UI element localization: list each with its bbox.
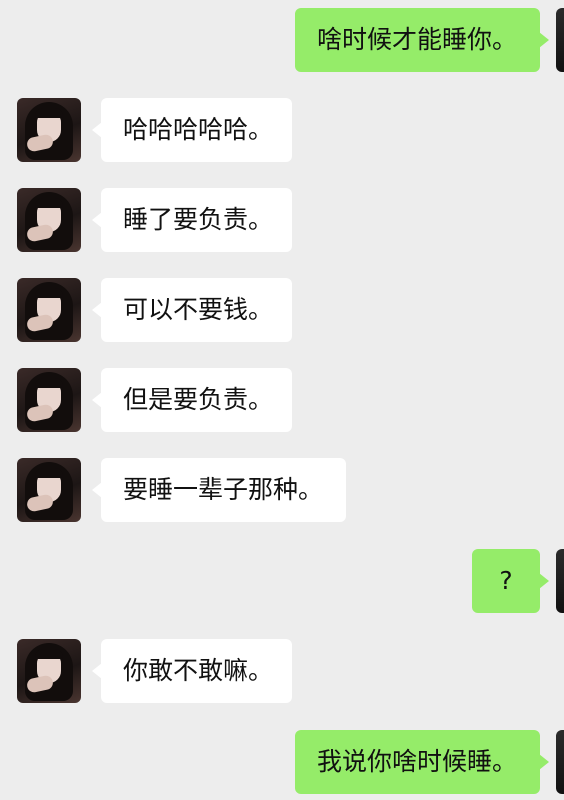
message-bubble[interactable]: 睡了要负责。 [92,188,292,252]
contact-avatar-icon[interactable] [17,278,81,342]
chat-message-list: 啥时候才能睡你。 哈哈哈哈哈。 睡了要负责。 可以不要钱。 但是要负责。 要睡一 [0,0,564,800]
message-bubble[interactable]: 要睡一辈子那种。 [92,458,346,522]
contact-avatar-icon[interactable] [17,188,81,252]
message-bubble[interactable]: 可以不要钱。 [92,278,292,342]
message-bubble[interactable]: ? [472,549,549,613]
message-bubble[interactable]: 我说你啥时候睡。 [295,730,549,794]
contact-avatar-icon[interactable] [17,368,81,432]
self-avatar-icon[interactable] [556,549,564,613]
self-avatar-icon[interactable] [556,730,564,794]
message-bubble[interactable]: 你敢不敢嘛。 [92,639,292,703]
contact-avatar-icon[interactable] [17,458,81,522]
message-bubble[interactable]: 啥时候才能睡你。 [295,8,549,72]
contact-avatar-icon[interactable] [17,639,81,703]
contact-avatar-icon[interactable] [17,98,81,162]
message-bubble[interactable]: 哈哈哈哈哈。 [92,98,292,162]
self-avatar-icon[interactable] [556,8,564,72]
message-bubble[interactable]: 但是要负责。 [92,368,292,432]
